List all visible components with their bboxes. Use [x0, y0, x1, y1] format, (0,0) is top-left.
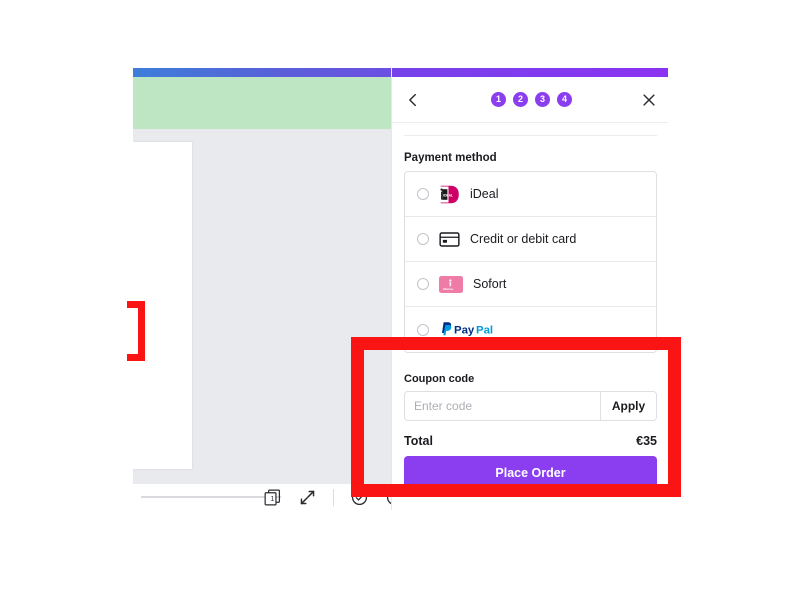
payment-option-label: Sofort	[473, 277, 507, 291]
payment-option-card[interactable]: Credit or debit card	[405, 217, 656, 262]
expand-arrows-icon[interactable]	[298, 488, 317, 507]
step-1[interactable]: 1	[491, 92, 506, 107]
screenshot-root: 1 1 2 3 4 Payment method iDEAL iDeal Cre…	[0, 0, 800, 600]
svg-text:iDEAL: iDEAL	[443, 193, 453, 197]
payment-method-list: iDEAL iDeal Credit or debit card Klarna.…	[404, 171, 657, 353]
coupon-code-input[interactable]	[405, 392, 600, 420]
toolbar-divider	[333, 488, 334, 506]
apply-coupon-button[interactable]: Apply	[600, 392, 656, 420]
body-divider	[404, 135, 657, 136]
checkout-panel: 1 2 3 4 Payment method iDEAL iDeal Credi…	[391, 68, 668, 510]
payment-option-label: iDeal	[470, 187, 499, 201]
coupon-code-row: Apply	[404, 391, 657, 421]
close-x-icon[interactable]	[641, 92, 657, 108]
panel-header: 1 2 3 4	[392, 77, 668, 123]
step-4[interactable]: 4	[557, 92, 572, 107]
chevron-left-icon[interactable]	[404, 91, 422, 109]
zoom-slider[interactable]	[141, 496, 281, 498]
payment-option-sofort[interactable]: Klarna. Sofort	[405, 262, 656, 307]
svg-text:Klarna.: Klarna.	[443, 287, 454, 291]
payment-option-ideal[interactable]: iDEAL iDeal	[405, 172, 656, 217]
svg-text:Pay: Pay	[454, 325, 475, 337]
check-circle-icon[interactable]	[350, 488, 369, 507]
svg-text:Pal: Pal	[476, 325, 493, 337]
toolbar-page-number: 1	[271, 496, 275, 503]
payment-method-title: Payment method	[404, 152, 497, 164]
panel-body: Payment method iDEAL iDeal Credit or deb…	[392, 123, 668, 510]
pages-stack-icon[interactable]: 1	[263, 488, 282, 507]
place-order-button[interactable]: Place Order	[404, 456, 657, 489]
step-3[interactable]: 3	[535, 92, 550, 107]
radio-card[interactable]	[417, 233, 429, 245]
step-indicator: 1 2 3 4	[491, 92, 572, 107]
payment-option-label: Credit or debit card	[470, 232, 577, 246]
total-label: Total	[404, 434, 433, 448]
panel-gradient-bar	[392, 68, 668, 77]
paypal-logo: Pay Pal	[439, 321, 501, 338]
payment-option-paypal[interactable]: Pay Pal	[405, 307, 656, 352]
document-page[interactable]	[133, 142, 192, 469]
coupon-code-label: Coupon code	[404, 373, 475, 385]
credit-card-icon	[439, 230, 460, 249]
radio-ideal[interactable]	[417, 188, 429, 200]
order-total-row: Total €35	[404, 434, 657, 448]
radio-paypal[interactable]	[417, 323, 429, 336]
total-value: €35	[636, 434, 657, 448]
ideal-logo: iDEAL	[439, 185, 460, 204]
sofort-klarna-logo: Klarna.	[439, 275, 463, 293]
step-2[interactable]: 2	[513, 92, 528, 107]
radio-sofort[interactable]	[417, 278, 429, 290]
